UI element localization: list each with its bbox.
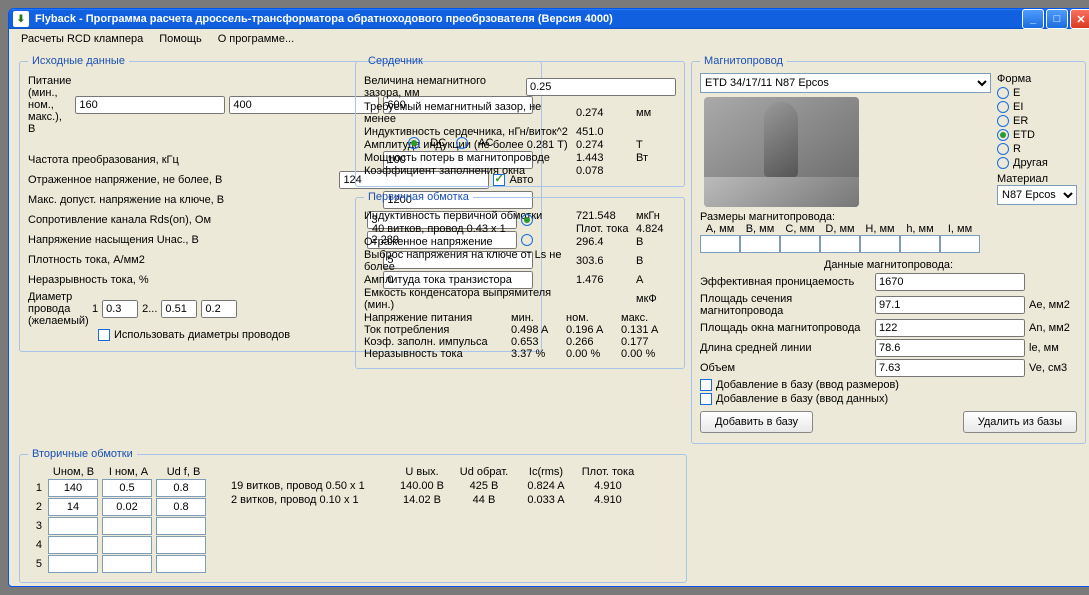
supply-label: Питание (мин., ном., макс.), В bbox=[28, 75, 71, 135]
sec-i-input[interactable] bbox=[102, 536, 152, 554]
menu-about[interactable]: О программе... bbox=[212, 31, 300, 47]
sec-ud-input[interactable] bbox=[156, 517, 206, 535]
sec-row: 1 bbox=[28, 479, 211, 497]
secout-row: 2 витков, провод 0.10 x 114.02 B44 B0.03… bbox=[231, 494, 639, 506]
material-select[interactable]: N87 Epcos bbox=[997, 185, 1077, 205]
sec-i-input[interactable] bbox=[102, 479, 152, 497]
sec-ud-input[interactable] bbox=[156, 536, 206, 554]
sec-i-input[interactable] bbox=[102, 517, 152, 535]
secout-headers: U вых.Ud обрат.Ic(rms)Плот. тока bbox=[231, 466, 639, 478]
dim-a-input[interactable] bbox=[700, 235, 740, 253]
menu-help[interactable]: Помощь bbox=[153, 31, 208, 47]
source-legend: Исходные данные bbox=[28, 55, 129, 67]
close-button[interactable]: ✕ bbox=[1070, 9, 1089, 29]
sec-u-input[interactable] bbox=[48, 479, 98, 497]
secondary-group: Вторичные обмотки Uном, ВI ном, АUd f, B… bbox=[19, 448, 687, 583]
core-image bbox=[704, 97, 859, 207]
magnet-legend: Магнитопровод bbox=[700, 55, 787, 67]
core-legend: Сердечник bbox=[364, 55, 427, 67]
dim-h-input[interactable] bbox=[900, 235, 940, 253]
primary-group: Первичная обмотка Индуктивность первично… bbox=[355, 191, 685, 369]
shape-etd-radio[interactable] bbox=[997, 129, 1009, 141]
usat-label: Напряжение насыщения Uнас., В bbox=[28, 234, 363, 246]
an-input bbox=[875, 319, 1025, 337]
freq-label: Частота преобразования, кГц bbox=[28, 154, 379, 166]
adddat-checkbox[interactable] bbox=[700, 393, 712, 405]
delete-from-base-button[interactable]: Удалить из базы bbox=[963, 411, 1077, 433]
sec-ud-input[interactable] bbox=[156, 498, 206, 516]
dim-b-input[interactable] bbox=[740, 235, 780, 253]
dim-H-input[interactable] bbox=[860, 235, 900, 253]
dim-i-input[interactable] bbox=[940, 235, 980, 253]
idisc-label: Неразрывность тока, % bbox=[28, 274, 379, 286]
dim-c-input[interactable] bbox=[780, 235, 820, 253]
auto-checkbox[interactable] bbox=[493, 174, 505, 186]
secout-row: 19 витков, провод 0.50 x 1140.00 B425 B0… bbox=[231, 480, 639, 492]
magnet-group: Магнитопровод ETD 34/17/11 N87 Epcos Фор… bbox=[691, 55, 1086, 444]
gap-label: Величина немагнитного зазора, мм bbox=[364, 75, 522, 99]
sec-row: 5 bbox=[28, 555, 211, 573]
add-to-base-button[interactable]: Добавить в базу bbox=[700, 411, 813, 433]
diam2-input[interactable] bbox=[161, 300, 197, 318]
ve-input bbox=[875, 359, 1025, 377]
shape-ei-radio[interactable] bbox=[997, 101, 1009, 113]
minimize-button[interactable]: _ bbox=[1022, 9, 1044, 29]
mu-input bbox=[875, 273, 1025, 291]
app-window: ⬇ Flyback - Программа расчета дроссель-т… bbox=[8, 8, 1089, 587]
sec-ud-input[interactable] bbox=[156, 555, 206, 573]
sec-i-input[interactable] bbox=[102, 555, 152, 573]
sec-u-input[interactable] bbox=[48, 498, 98, 516]
diam1-input[interactable] bbox=[102, 300, 138, 318]
jden-label: Плотность тока, А/мм2 bbox=[28, 254, 379, 266]
core-select[interactable]: ETD 34/17/11 N87 Epcos bbox=[700, 73, 991, 93]
dim-headers: A, ммB, ммC, ммD, ммH, ммh, ммI, мм bbox=[700, 223, 1077, 235]
ae-input bbox=[875, 296, 1025, 314]
diam3-input[interactable] bbox=[201, 300, 237, 318]
sec-ud-input[interactable] bbox=[156, 479, 206, 497]
sec-u-input[interactable] bbox=[48, 536, 98, 554]
sec-row: 3 bbox=[28, 517, 211, 535]
maximize-button[interactable]: □ bbox=[1046, 9, 1068, 29]
dim-d-input[interactable] bbox=[820, 235, 860, 253]
gap-input[interactable] bbox=[526, 78, 676, 96]
shape-label: Форма bbox=[997, 73, 1077, 85]
dims-label: Размеры магнитопровода: bbox=[700, 211, 1077, 223]
shape-r-radio[interactable] bbox=[997, 143, 1009, 155]
sec-i-input[interactable] bbox=[102, 498, 152, 516]
usewire-checkbox[interactable] bbox=[98, 329, 110, 341]
sec-headers: Uном, ВI ном, АUd f, B bbox=[28, 466, 211, 478]
app-icon: ⬇ bbox=[13, 11, 29, 27]
shape-other-radio[interactable] bbox=[997, 157, 1009, 169]
shape-e-radio[interactable] bbox=[997, 87, 1009, 99]
sec-row: 4 bbox=[28, 536, 211, 554]
secondary-legend: Вторичные обмотки bbox=[28, 448, 137, 460]
vsw-label: Макс. допуст. напряжение на ключе, В bbox=[28, 194, 379, 206]
material-label: Материал bbox=[997, 173, 1077, 185]
sec-row: 2 bbox=[28, 498, 211, 516]
core-group: Сердечник Величина немагнитного зазора, … bbox=[355, 55, 685, 187]
window-title: Flyback - Программа расчета дроссель-тра… bbox=[35, 13, 613, 25]
shape-er-radio[interactable] bbox=[997, 115, 1009, 127]
menu-rcd[interactable]: Расчеты RCD клампера bbox=[15, 31, 149, 47]
le-input bbox=[875, 339, 1025, 357]
menubar: Расчеты RCD клампера Помощь О программе.… bbox=[9, 29, 1089, 49]
primary-legend: Первичная обмотка bbox=[364, 191, 473, 203]
vref-label: Отраженное напряжение, не более, В bbox=[28, 174, 335, 186]
sec-u-input[interactable] bbox=[48, 517, 98, 535]
sec-u-input[interactable] bbox=[48, 555, 98, 573]
adddim-checkbox[interactable] bbox=[700, 379, 712, 391]
mpdata-label: Данные магнитопровода: bbox=[700, 259, 1077, 271]
rds-label: Сопротивление канала Rds(on), Ом bbox=[28, 214, 363, 226]
supply-min-input[interactable] bbox=[75, 96, 225, 114]
titlebar: ⬇ Flyback - Программа расчета дроссель-т… bbox=[9, 9, 1089, 29]
